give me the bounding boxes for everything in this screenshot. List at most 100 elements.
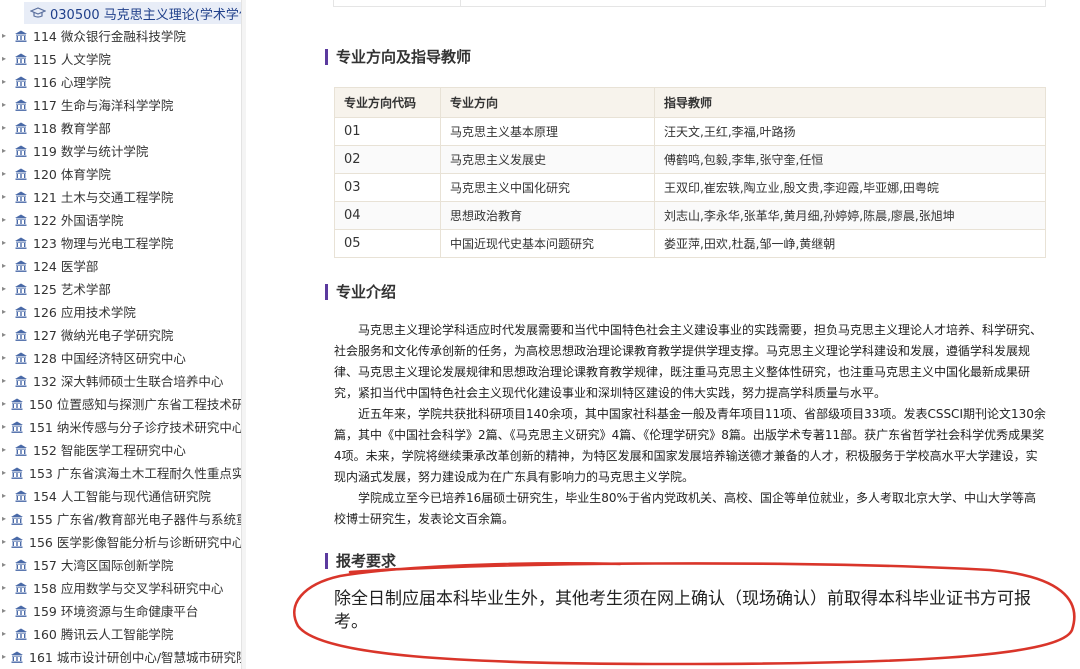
sidebar-item-label: 124 医学部 [33,259,99,274]
table-row: 01 马克思主义基本原理 汪天文,王红,李福,叶路扬 [334,117,1046,146]
expand-caret-icon[interactable]: ▸ [2,560,10,569]
sidebar-item[interactable]: ▸ 161 城市设计研创中心/智慧城市研究院 [0,645,241,668]
expand-caret-icon[interactable]: ▸ [2,169,10,178]
expand-caret-icon[interactable]: ▸ [2,330,10,339]
advisors-cell: 汪天文,王红,李福,叶路扬 [654,117,1046,146]
table-header-row: 专业方向代码 专业方向 指导教师 [334,87,1046,118]
sidebar-item[interactable]: ▸ 127 微纳光电子学研究院 [0,323,241,346]
sidebar-item[interactable]: ▸ 132 深大韩师硕士生联合培养中心 [0,369,241,392]
expand-caret-icon[interactable]: ▸ [2,445,10,454]
column-header: 专业方向 [440,87,655,118]
expand-caret-icon[interactable]: ▸ [2,353,10,362]
sidebar-item[interactable]: ▸ 122 外国语学院 [0,208,241,231]
expand-caret-icon[interactable]: ▸ [2,31,10,40]
direction-name-cell: 马克思主义基本原理 [440,117,655,146]
expand-caret-icon[interactable]: ▸ [2,77,10,86]
table-row: 02 马克思主义发展史 傅鹤鸣,包毅,李隼,张守奎,任恒 [334,145,1046,174]
expand-caret-icon[interactable]: ▸ [2,629,10,638]
expand-caret-icon[interactable]: ▸ [2,422,6,431]
sidebar-item[interactable]: ▸ 155 广东省/教育部光电子器件与系统重 [0,507,241,530]
sidebar-item[interactable]: ▸ 153 广东省滨海土木工程耐久性重点实验 [0,461,241,484]
sidebar-item-label: 123 物理与光电工程学院 [33,236,174,251]
sidebar-item[interactable]: ▸ 158 应用数学与交叉学科研究中心 [0,576,241,599]
expand-caret-icon[interactable]: ▸ [2,307,10,316]
institution-icon [14,75,28,89]
sidebar-item-label: 151 纳米传感与分子诊疗技术研究中心 [29,420,242,435]
sidebar-item[interactable]: ▸ 125 艺术学部 [0,277,241,300]
expand-caret-icon[interactable]: ▸ [2,261,10,270]
intro-paragraph: 学院成立至今已培养16届硕士研究生，毕业生80%于省内党政机关、高校、国企等单位… [334,491,1036,526]
direction-name-cell: 中国近现代史基本问题研究 [440,229,655,258]
expand-caret-icon[interactable]: ▸ [2,468,6,477]
sidebar-item[interactable]: ▸ 152 智能医学工程研究中心 [0,438,241,461]
sidebar-item[interactable]: ▸ 151 纳米传感与分子诊疗技术研究中心 [0,415,242,438]
sidebar-item[interactable]: ▸ 114 微众银行金融科技学院 [0,24,241,47]
sidebar-item[interactable]: ▸ 124 医学部 [0,254,241,277]
sidebar-item[interactable]: ▸ 123 物理与光电工程学院 [0,231,241,254]
expand-caret-icon[interactable]: ▸ [2,54,10,63]
sidebar-item[interactable]: ▸ 121 土木与交通工程学院 [0,185,241,208]
expand-caret-icon[interactable]: ▸ [2,192,10,201]
expand-caret-icon[interactable]: ▸ [2,652,6,661]
sidebar-item[interactable]: ▸ 120 体育学院 [0,162,241,185]
expand-caret-icon[interactable]: ▸ [2,215,10,224]
sidebar-item-label: 116 心理学院 [33,75,111,90]
institution-icon [14,489,28,503]
expand-caret-icon[interactable]: ▸ [2,284,10,293]
sidebar-list: ▸ 114 微众银行金融科技学院 ▸ 115 人文学院 ▸ 116 心理学院 ▸ 117 生命… [0,24,242,668]
advisors-cell: 刘志山,李永华,张革华,黄月细,孙婷婷,陈晨,廖晨,张旭坤 [654,201,1046,230]
direction-name-cell: 马克思主义中国化研究 [440,173,655,202]
sidebar-selected-major[interactable]: 030500 马克思主义理论(学术学位) [24,2,241,24]
sidebar-item[interactable]: ▸ 116 心理学院 [0,70,241,93]
expand-caret-icon[interactable]: ▸ [2,376,10,385]
institution-icon [14,98,28,112]
section-title-intro: 专业介绍 [325,281,396,302]
institution-icon [14,29,28,43]
section-marker [325,552,328,569]
sidebar-item-label: 118 教育学部 [33,121,111,136]
sidebar-item[interactable]: ▸ 126 应用技术学院 [0,300,241,323]
sidebar-item[interactable]: ▸ 128 中国经济特区研究中心 [0,346,241,369]
institution-icon [14,52,28,66]
sidebar-item[interactable]: ▸ 156 医学影像智能分析与诊断研究中心 [0,530,242,553]
graduation-cap-icon [30,5,46,21]
sidebar-item[interactable]: ▸ 159 环境资源与生命健康平台 [0,599,241,622]
expand-caret-icon[interactable]: ▸ [2,146,10,155]
sidebar-item[interactable]: ▸ 157 大湾区国际创新学院 [0,553,241,576]
requirements-text: 除全日制应届本科毕业生外，其他考生须在网上确认（现场确认）前取得本科毕业证书方可… [334,589,1031,632]
expand-caret-icon[interactable]: ▸ [2,491,10,500]
sidebar-item-label: 154 人工智能与现代通信研究院 [33,489,211,504]
institution-icon [14,443,28,457]
institution-icon [14,305,28,319]
expand-caret-icon[interactable]: ▸ [2,123,10,132]
sidebar-item[interactable]: ▸ 160 腾讯云人工智能学院 [0,622,241,645]
sidebar-item-label: 156 医学影像智能分析与诊断研究中心 [29,535,242,550]
institution-icon [10,420,24,434]
sidebar-item[interactable]: ▸ 118 教育学部 [0,116,241,139]
institution-icon [10,397,24,411]
sidebar-item-label: 158 应用数学与交叉学科研究中心 [33,581,224,596]
expand-caret-icon[interactable]: ▸ [2,583,10,592]
sidebar-item[interactable]: ▸ 117 生命与海洋科学学院 [0,93,241,116]
institution-icon [10,466,24,480]
sidebar-item-label: 114 微众银行金融科技学院 [33,29,186,44]
expand-caret-icon[interactable]: ▸ [2,100,10,109]
sidebar-item-label: 125 艺术学部 [33,282,111,297]
institution-icon [14,282,28,296]
table-row: 05 中国近现代史基本问题研究 娄亚萍,田欢,杜磊,邹一峥,黄继朝 [334,229,1046,258]
expand-caret-icon[interactable]: ▸ [2,514,6,523]
sidebar-item[interactable]: ▸ 115 人文学院 [0,47,241,70]
sidebar-item-label: 122 外国语学院 [33,213,124,228]
institution-icon [14,190,28,204]
institution-icon [14,627,28,641]
sidebar-item-label: 121 土木与交通工程学院 [33,190,174,205]
expand-caret-icon[interactable]: ▸ [2,238,10,247]
expand-caret-icon[interactable]: ▸ [2,606,10,615]
expand-caret-icon[interactable]: ▸ [2,399,6,408]
sidebar-item-label: 126 应用技术学院 [33,305,136,320]
expand-caret-icon[interactable]: ▸ [2,537,6,546]
sidebar-item[interactable]: ▸ 119 数学与统计学院 [0,139,241,162]
section-title-text: 专业介绍 [336,283,397,301]
sidebar-item[interactable]: ▸ 150 位置感知与探测广东省工程技术研究 [0,392,241,415]
sidebar-item[interactable]: ▸ 154 人工智能与现代通信研究院 [0,484,241,507]
